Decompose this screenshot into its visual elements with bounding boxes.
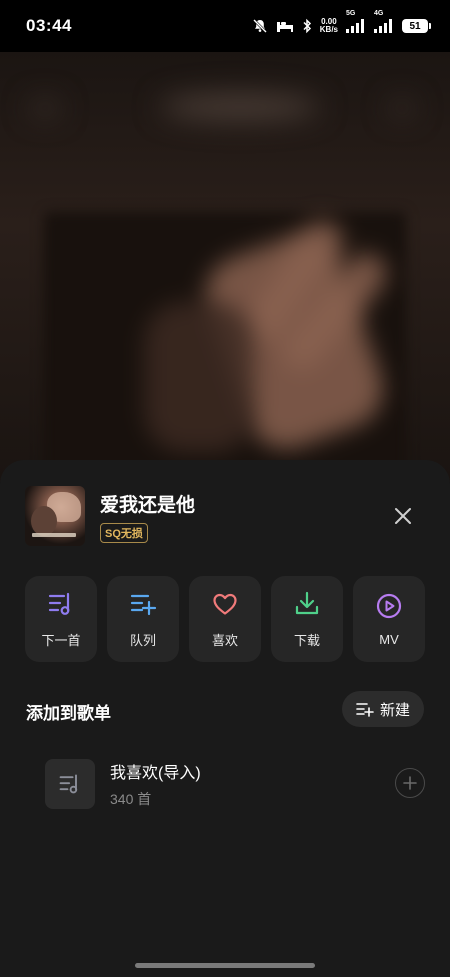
new-playlist-label: 新建 [379,701,410,719]
signal-5g-tag: 5G [346,10,356,17]
song-header: 爱我还是他 SQ无损 [25,486,425,546]
playlist-count: 340 首 [110,791,152,807]
signal-bars-icon [374,19,392,33]
signal-5g: 5G [346,10,366,33]
bluetooth-icon [303,18,311,34]
status-icons: 0.00 KB/s 5G 4G 51 [252,10,431,34]
download-icon [293,590,321,618]
play-next-button[interactable]: 下一首 [25,576,97,662]
download-label: 下载 [293,632,320,648]
close-icon [395,508,411,524]
blurred-album-cover [44,212,406,482]
status-time: 03:44 [26,16,72,35]
playlist-item[interactable]: 我喜欢(导入) 340 首 [45,758,425,810]
playlist-name: 我喜欢(导入) [110,765,201,782]
signal-4g-tag: 4G [374,10,384,17]
blurred-player-background [0,52,450,482]
quality-badge: SQ无损 [100,522,148,543]
quick-actions: 下一首 队列 喜欢 下载 MV [25,576,425,662]
add-to-queue-button[interactable]: 队列 [107,576,179,662]
heart-icon [211,590,239,618]
bed-icon [276,22,293,32]
mv-button[interactable]: MV [353,576,425,662]
song-title: 爱我还是他 [100,494,196,516]
add-to-queue-icon [129,590,157,618]
mv-label: MV [379,631,399,647]
mv-play-icon [375,592,403,620]
battery-level: 51 [409,20,421,32]
add-to-queue-label: 队列 [129,632,156,648]
mute-bell-icon [252,19,267,33]
add-to-playlist-title: 添加到歌单 [26,704,111,723]
playlist-icon [59,774,78,794]
close-button[interactable] [389,502,417,530]
net-speed: 0.00 KB/s [320,18,338,34]
song-info: 爱我还是他 SQ无损 [100,490,195,543]
like-button[interactable]: 喜欢 [189,576,261,662]
new-playlist-icon [356,703,374,717]
play-next-icon [47,590,75,618]
add-to-playlist-button[interactable] [395,768,425,798]
song-actions-sheet: 爱我还是他 SQ无损 下一首 队列 喜欢 下载 MV 添加到歌单 新建 我喜欢(… [0,460,450,977]
playlist-info: 我喜欢(导入) 340 首 [110,759,201,809]
download-button[interactable]: 下载 [271,576,343,662]
album-art [25,486,85,546]
play-next-label: 下一首 [41,632,81,648]
plus-icon [403,776,417,790]
new-playlist-button[interactable]: 新建 [342,691,424,727]
blurred-top-bar [20,82,430,132]
status-bar: 03:44 0.00 KB/s 5G 4G 51 [0,0,450,52]
playlist-thumb [45,759,95,809]
signal-bars-icon [346,19,364,33]
like-label: 喜欢 [211,632,238,648]
signal-4g: 4G [374,10,394,33]
battery-indicator: 51 [402,19,431,33]
net-speed-unit: KB/s [319,25,338,34]
home-indicator[interactable] [135,963,315,968]
